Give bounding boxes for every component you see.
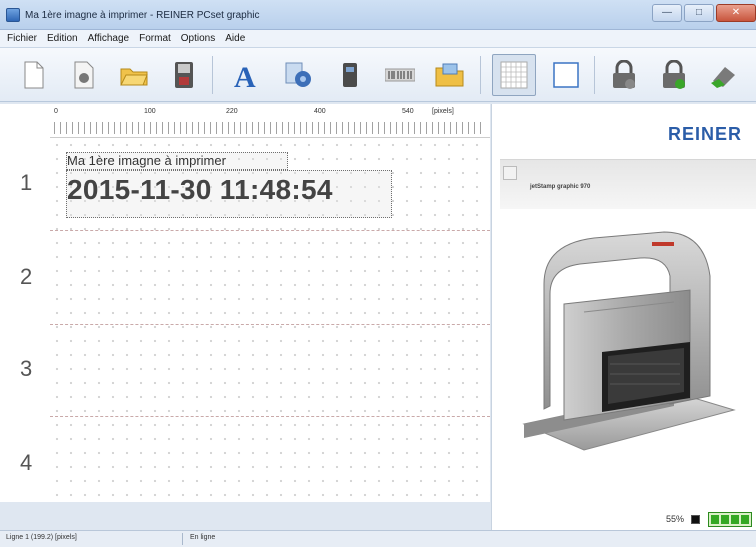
image-tool-icon xyxy=(285,62,311,87)
toolbar-separator xyxy=(212,56,213,94)
svg-text:A: A xyxy=(234,61,256,90)
save-icon xyxy=(175,62,193,88)
new-document-icon xyxy=(24,61,44,89)
lane-separator xyxy=(50,230,490,231)
title-text-value: Ma 1ère imagne à imprimer xyxy=(67,153,226,168)
ruler-label: 0 xyxy=(54,108,58,115)
horizontal-ruler: 0 100 220 400 540 [pixels] xyxy=(50,104,490,138)
counter-tool-button[interactable] xyxy=(330,55,370,95)
row-number-2: 2 xyxy=(20,264,33,289)
window-controls: — □ ✕ xyxy=(652,4,756,24)
minimize-button[interactable]: — xyxy=(652,4,682,22)
import-button[interactable] xyxy=(430,55,470,95)
device-select-checkbox[interactable] xyxy=(503,166,517,180)
title-text-field[interactable]: Ma 1ère imagne à imprimer xyxy=(66,152,288,170)
battery-segment xyxy=(711,515,719,524)
battery-status-icon xyxy=(691,515,700,524)
menu-aide[interactable]: Aide xyxy=(220,33,250,44)
transfer-device-button[interactable] xyxy=(704,55,744,95)
status-position: Ligne 1 (199.2) [pixels] xyxy=(6,534,77,541)
datetime-field[interactable]: 2015-11-30 11:48:54 xyxy=(66,170,392,218)
frame-toggle-icon xyxy=(553,62,579,88)
counter-tool-icon xyxy=(343,63,357,87)
menu-edition[interactable]: Edition xyxy=(42,33,83,44)
status-separator xyxy=(182,533,183,545)
battery-segment xyxy=(741,515,749,524)
status-bar: Ligne 1 (199.2) [pixels] En ligne xyxy=(0,530,756,547)
unlock-device-icon xyxy=(663,60,685,89)
image-tool-button[interactable] xyxy=(278,55,318,95)
save-button[interactable] xyxy=(164,55,204,95)
menu-options[interactable]: Options xyxy=(176,33,220,44)
ruler-label: 220 xyxy=(226,108,238,115)
device-model-name: jetStamp graphic 970 xyxy=(530,184,591,190)
battery-segment xyxy=(721,515,729,524)
ruler-unit-label: [pixels] xyxy=(432,108,454,115)
lock-device-icon xyxy=(613,60,635,89)
stamp-device-image xyxy=(522,231,736,451)
ruler-label: 400 xyxy=(314,108,326,115)
device-panel: REINER jetStamp graphic 970 55% xyxy=(491,104,756,530)
grid-toggle-button[interactable] xyxy=(492,54,536,96)
title-bar: Ma 1ère imagne à imprimer - REINER PCset… xyxy=(0,0,756,30)
barcode-tool-icon xyxy=(385,68,415,82)
menu-affichage[interactable]: Affichage xyxy=(83,33,135,44)
status-connection: En ligne xyxy=(190,534,216,541)
menu-fichier[interactable]: Fichier xyxy=(2,33,42,44)
ruler-label: 100 xyxy=(144,108,156,115)
import-folder-icon xyxy=(435,63,464,87)
transfer-device-icon xyxy=(711,67,735,88)
toolbar: A xyxy=(0,48,756,102)
toolbar-separator xyxy=(594,56,595,94)
grid-toggle-icon xyxy=(500,61,528,89)
menu-format[interactable]: Format xyxy=(134,33,176,44)
text-tool-icon: A xyxy=(234,61,256,90)
window-title: Ma 1ère imagne à imprimer - REINER PCset… xyxy=(25,10,260,21)
battery-percent: 55% xyxy=(665,514,684,524)
battery-segment xyxy=(731,515,739,524)
open-folder-button[interactable] xyxy=(114,55,154,95)
device-model-card[interactable]: jetStamp graphic 970 xyxy=(500,159,756,209)
new-document-button[interactable] xyxy=(14,55,54,95)
ruler-label: 540 xyxy=(402,108,414,115)
brand-logo: REINER xyxy=(667,124,742,144)
app-icon xyxy=(6,8,20,22)
lane-separator xyxy=(50,416,490,417)
open-document-button[interactable] xyxy=(64,55,104,95)
text-tool-button[interactable]: A xyxy=(226,55,266,95)
toolbar-separator xyxy=(480,56,481,94)
frame-toggle-button[interactable] xyxy=(546,55,586,95)
row-number-column: 1 2 3 4 xyxy=(0,104,50,502)
menu-bar: Fichier Edition Affichage Format Options… xyxy=(0,30,756,48)
battery-level-bar xyxy=(708,512,752,527)
row-number-1: 1 xyxy=(20,170,33,195)
print-canvas[interactable]: Ma 1ère imagne à imprimer 2015-11-30 11:… xyxy=(50,138,490,502)
unlock-device-button[interactable] xyxy=(654,55,694,95)
lock-device-button[interactable] xyxy=(604,55,644,95)
row-number-4: 4 xyxy=(20,450,33,475)
ruler-ticks xyxy=(54,122,484,134)
row-number-3: 3 xyxy=(20,356,33,381)
close-button[interactable]: ✕ xyxy=(716,4,756,22)
maximize-button[interactable]: □ xyxy=(684,4,714,22)
datetime-value: 2015-11-30 11:48:54 xyxy=(67,174,333,205)
open-document-icon xyxy=(74,61,94,89)
open-folder-icon xyxy=(120,68,148,86)
barcode-tool-button[interactable] xyxy=(380,55,420,95)
lane-separator xyxy=(50,324,490,325)
